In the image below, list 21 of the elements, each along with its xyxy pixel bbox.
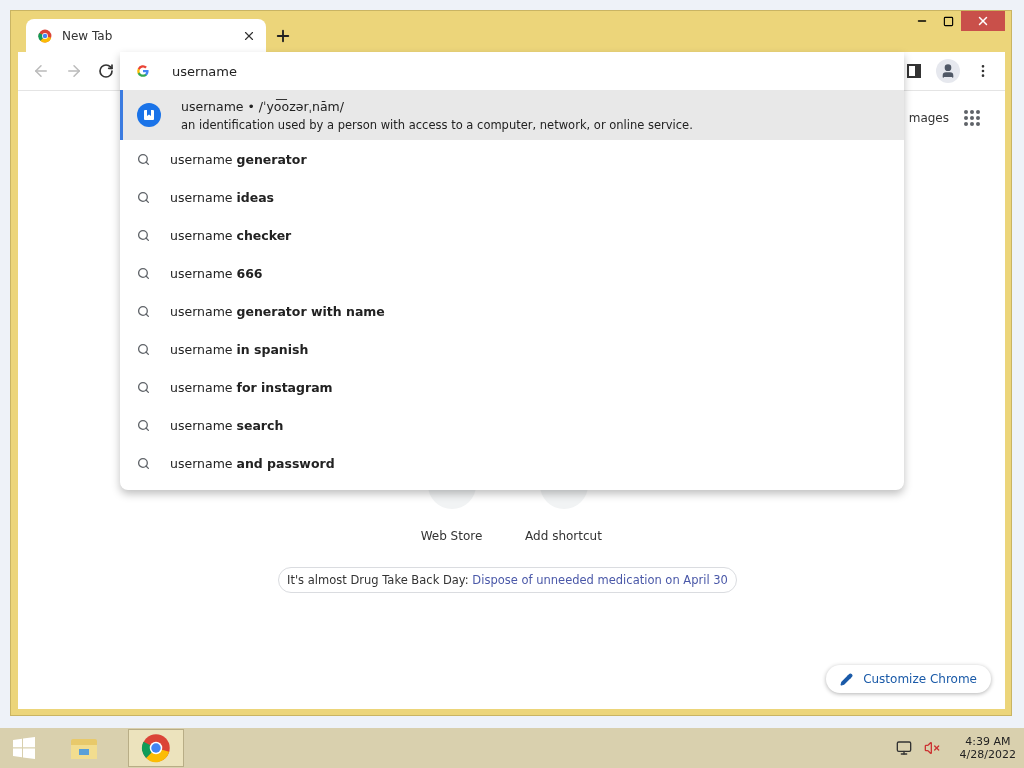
search-suggestion[interactable]: username generator bbox=[120, 140, 904, 178]
definition-suggestion[interactable]: username • /ˈyo͞ozərˌnām/ an identification used by a person with access to a computer, network, or online service. bbox=[120, 90, 904, 140]
search-suggestion[interactable]: username and password bbox=[120, 444, 904, 482]
definition-text: an identification used by a person with access to a computer, network, or online service. bbox=[181, 117, 693, 132]
browser-tab[interactable]: New Tab bbox=[26, 19, 266, 52]
promo-link[interactable]: Dispose of unneeded medication on April 30 bbox=[472, 573, 728, 587]
search-suggestion[interactable]: username 666 bbox=[120, 254, 904, 292]
search-suggestion[interactable]: username ideas bbox=[120, 178, 904, 216]
search-suggestion[interactable]: username for instagram bbox=[120, 368, 904, 406]
search-suggestion[interactable]: username generator with name bbox=[120, 292, 904, 330]
search-suggestion[interactable]: username checker bbox=[120, 216, 904, 254]
search-suggestion[interactable]: username search bbox=[120, 406, 904, 444]
images-link[interactable]: mages bbox=[908, 111, 949, 125]
customize-chrome-button[interactable]: Customize Chrome bbox=[826, 665, 991, 693]
search-suggestion[interactable]: username in spanish bbox=[120, 330, 904, 368]
definition-title: username • /ˈyo͞ozərˌnām/ bbox=[181, 98, 345, 114]
shortcut-label: Web Store bbox=[420, 529, 483, 543]
shortcut-label: Add shortcut bbox=[525, 529, 602, 543]
clock[interactable]: 4:39 AM 4/28/2022 bbox=[959, 735, 1016, 761]
address-field[interactable]: username bbox=[170, 62, 904, 80]
tab-title: New Tab bbox=[62, 28, 114, 43]
